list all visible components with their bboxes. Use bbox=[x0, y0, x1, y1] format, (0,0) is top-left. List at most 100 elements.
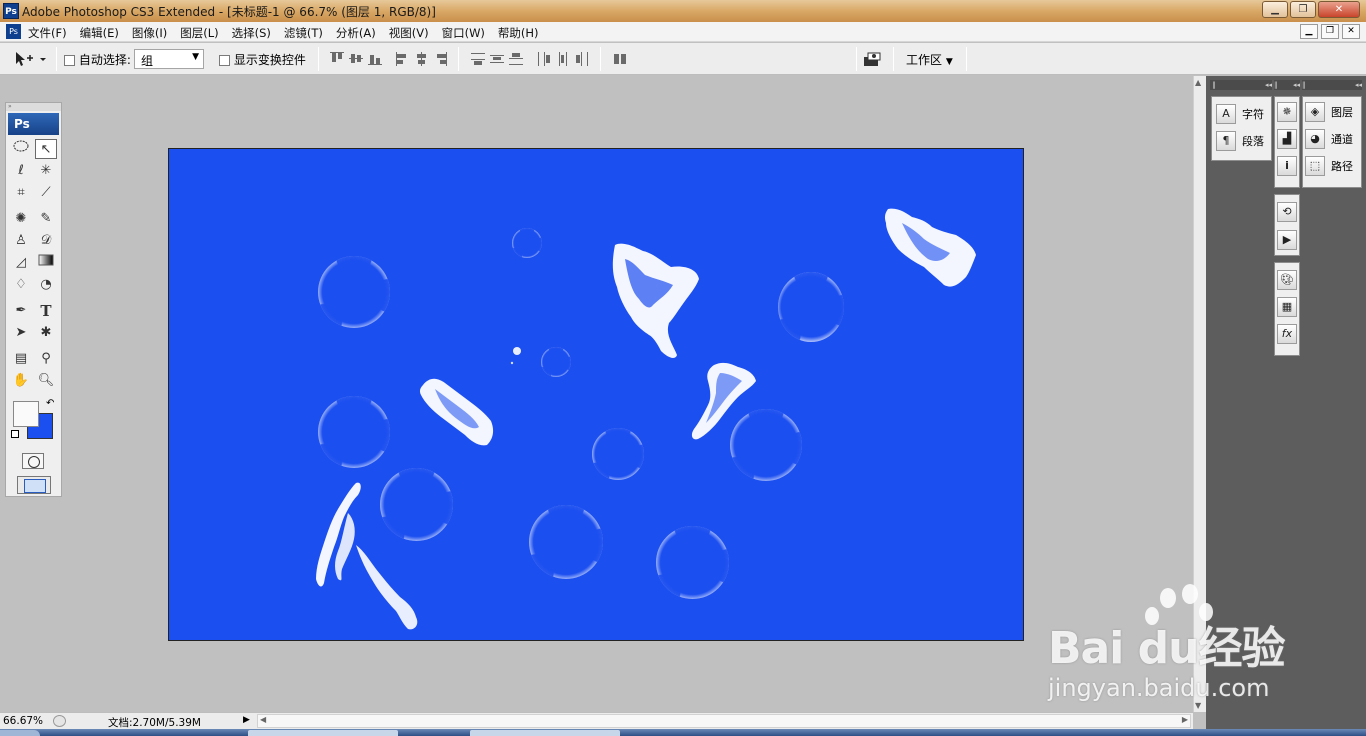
taskbar-button[interactable] bbox=[470, 730, 620, 736]
type-tool[interactable]: T bbox=[35, 301, 57, 321]
panel-layers[interactable]: ◈ 图层 bbox=[1305, 101, 1353, 123]
distribute-top-icon[interactable] bbox=[471, 52, 485, 66]
zoom-level[interactable]: 66.67% bbox=[3, 715, 43, 727]
slice-tool[interactable]: ⟋ bbox=[35, 183, 57, 203]
title-bar: Ps Adobe Photoshop CS3 Extended - [未标题-1… bbox=[0, 0, 1366, 22]
panel-history[interactable]: ⟲ bbox=[1277, 201, 1297, 223]
magic-wand-tool[interactable]: ✳ bbox=[35, 161, 57, 181]
scroll-right-icon[interactable]: ▶ bbox=[1182, 715, 1188, 724]
auto-select-dropdown[interactable]: 组 ▼ bbox=[134, 49, 204, 69]
healing-brush-tool[interactable]: ✺ bbox=[10, 209, 32, 229]
dock-collapse-bar[interactable]: ‖ ◂◂ bbox=[1210, 80, 1272, 90]
default-colors-icon[interactable] bbox=[11, 430, 19, 438]
status-bar: 66.67% 文档:2.70M/5.39M ▶ ◀ ▶ bbox=[0, 712, 1193, 729]
align-top-icon[interactable] bbox=[330, 52, 344, 66]
swatches-grid-icon: ▦ bbox=[1277, 297, 1297, 317]
panel-swatches[interactable]: ▦ bbox=[1277, 296, 1297, 318]
panel-histogram[interactable]: ▟ bbox=[1277, 128, 1297, 150]
distribute-left-icon[interactable] bbox=[537, 52, 551, 66]
distribute-vcenter-icon[interactable] bbox=[490, 52, 504, 66]
history-brush-tool[interactable]: 𝒟 bbox=[35, 231, 57, 251]
minimize-button[interactable]: ▁ bbox=[1262, 1, 1288, 18]
doc-restore-button[interactable]: ❐ bbox=[1321, 24, 1339, 39]
bridge-button[interactable] bbox=[862, 49, 886, 69]
menu-view[interactable]: 视图(V) bbox=[389, 25, 429, 41]
align-bottom-icon[interactable] bbox=[368, 52, 382, 66]
menu-select[interactable]: 选择(S) bbox=[232, 25, 271, 41]
panel-actions[interactable]: ▶ bbox=[1277, 229, 1297, 251]
tool-preset-picker[interactable] bbox=[12, 50, 50, 68]
quick-mask-button[interactable] bbox=[22, 453, 44, 469]
auto-select-checkbox[interactable] bbox=[64, 55, 75, 66]
panel-navigator[interactable]: ✵ bbox=[1277, 101, 1297, 123]
horizontal-scrollbar[interactable]: ◀ ▶ bbox=[257, 714, 1191, 728]
hand-tool[interactable]: ✋ bbox=[10, 371, 32, 391]
magic-wand-icon: ✳ bbox=[40, 163, 52, 178]
panel-paragraph[interactable]: ¶ 段落 bbox=[1216, 130, 1264, 152]
panel-paths[interactable]: ⬚ 路径 bbox=[1305, 155, 1353, 177]
lasso-tool[interactable]: ℓ bbox=[10, 161, 32, 181]
menu-file[interactable]: 文件(F) bbox=[28, 25, 67, 41]
panel-styles[interactable]: fx bbox=[1277, 323, 1297, 345]
status-menu-arrow-icon[interactable]: ▶ bbox=[243, 715, 255, 727]
dodge-tool[interactable]: ◔ bbox=[35, 275, 57, 295]
start-button[interactable] bbox=[0, 730, 40, 736]
menu-layer[interactable]: 图层(L) bbox=[180, 25, 218, 41]
distribute-hcenter-icon[interactable] bbox=[556, 52, 570, 66]
align-right-icon[interactable] bbox=[434, 52, 448, 66]
taskbar-button[interactable] bbox=[248, 730, 398, 736]
panel-info[interactable]: i bbox=[1277, 155, 1297, 177]
document-menu-icon[interactable]: Ps bbox=[6, 24, 21, 39]
crop-tool[interactable]: ⌗ bbox=[10, 183, 32, 203]
eraser-tool[interactable]: ◿ bbox=[10, 253, 32, 273]
doc-close-button[interactable]: ✕ bbox=[1342, 24, 1360, 39]
toolbox-ps-logo[interactable]: Ps bbox=[8, 113, 59, 135]
menu-help[interactable]: 帮助(H) bbox=[498, 25, 539, 41]
elliptical-marquee-tool[interactable] bbox=[10, 139, 32, 159]
gradient-tool[interactable] bbox=[35, 253, 57, 273]
menu-image[interactable]: 图像(I) bbox=[132, 25, 167, 41]
distribute-bottom-icon[interactable] bbox=[509, 52, 523, 66]
menu-analysis[interactable]: 分析(A) bbox=[336, 25, 376, 41]
toolbox-grip[interactable]: » bbox=[6, 103, 61, 111]
distribute-right-icon[interactable] bbox=[575, 52, 589, 66]
panel-character[interactable]: A 字符 bbox=[1216, 103, 1264, 125]
zoom-icon[interactable] bbox=[53, 715, 66, 727]
clone-stamp-tool[interactable]: ♙ bbox=[10, 231, 32, 251]
notes-tool[interactable]: ▤ bbox=[10, 349, 32, 369]
brush-tool[interactable]: ✎ bbox=[35, 209, 57, 229]
dock-collapse-bar[interactable]: ‖ ◂◂ bbox=[1274, 80, 1300, 90]
options-bar: 自动选择: 组 ▼ 显示变换控件 工作区 ▼ bbox=[0, 43, 1366, 75]
blur-tool[interactable]: ♢ bbox=[10, 275, 32, 295]
move-tool[interactable]: ↖ bbox=[35, 139, 57, 159]
workspace-menu[interactable]: 工作区 ▼ bbox=[906, 51, 953, 68]
eyedropper-tool[interactable]: ⚲ bbox=[35, 349, 57, 369]
align-vcenter-icon[interactable] bbox=[349, 52, 363, 66]
document-canvas[interactable] bbox=[168, 148, 1024, 641]
crop-icon: ⌗ bbox=[17, 185, 25, 200]
foreground-color-swatch[interactable] bbox=[13, 401, 39, 427]
restore-button[interactable]: ❐ bbox=[1290, 1, 1316, 18]
custom-shape-tool[interactable]: ✱ bbox=[35, 323, 57, 343]
menu-edit[interactable]: 编辑(E) bbox=[80, 25, 119, 41]
zoom-tool[interactable]: 🔍︎ bbox=[35, 371, 57, 391]
path-selection-tool[interactable]: ➤ bbox=[10, 323, 32, 343]
menu-filter[interactable]: 滤镜(T) bbox=[284, 25, 323, 41]
close-button[interactable]: ✕ bbox=[1318, 1, 1360, 18]
scroll-left-icon[interactable]: ◀ bbox=[260, 715, 266, 724]
auto-align-layers-icon[interactable] bbox=[613, 52, 627, 66]
pen-tool[interactable]: ✒ bbox=[10, 301, 32, 321]
align-left-icon[interactable] bbox=[396, 52, 410, 66]
panel-group-info: ✵ ▟ i bbox=[1274, 96, 1300, 188]
doc-minimize-button[interactable]: ▁ bbox=[1300, 24, 1318, 39]
windows-taskbar bbox=[0, 729, 1366, 736]
show-transform-checkbox[interactable] bbox=[219, 55, 230, 66]
screen-mode-button[interactable] bbox=[17, 476, 51, 494]
swap-colors-icon[interactable]: ↶ bbox=[46, 398, 54, 409]
dock-collapse-bar[interactable]: ‖ ◂◂ bbox=[1302, 80, 1362, 90]
menu-window[interactable]: 窗口(W) bbox=[442, 25, 485, 41]
panel-color[interactable]: 🎨︎ bbox=[1277, 269, 1297, 291]
align-hcenter-icon[interactable] bbox=[415, 52, 429, 66]
panel-channels[interactable]: ◕ 通道 bbox=[1305, 128, 1353, 150]
scroll-up-icon[interactable]: ▲ bbox=[1195, 78, 1201, 87]
